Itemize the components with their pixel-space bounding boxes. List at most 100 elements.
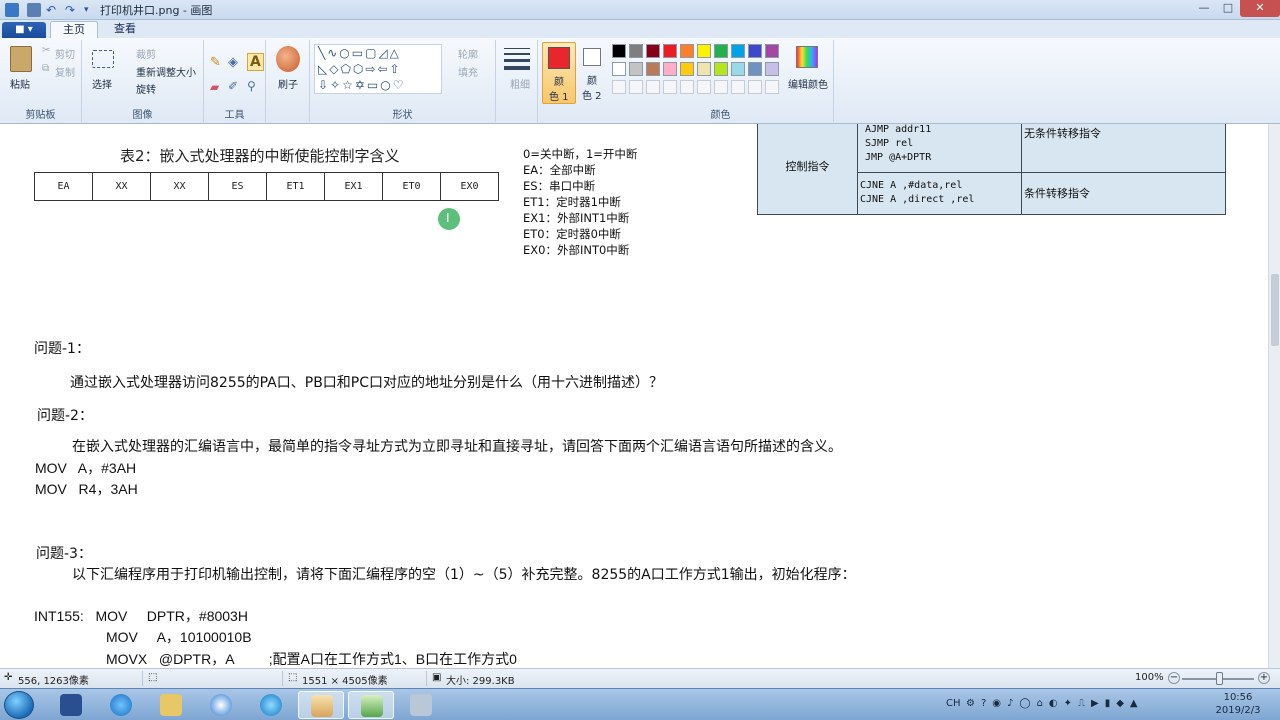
close-button[interactable]: ✕: [1240, 0, 1280, 17]
fill-icon[interactable]: ◈: [228, 55, 238, 70]
tab-view[interactable]: 查看: [102, 21, 148, 38]
custom-color-slot[interactable]: [612, 80, 626, 94]
taskbar-clock[interactable]: 10:56 2019/2/3: [1214, 691, 1262, 717]
color1-button[interactable]: 颜 色 1: [542, 42, 576, 104]
crop-button[interactable]: 裁剪: [136, 46, 156, 61]
tray-icons[interactable]: ⚙?◉♪◯⌂◐✦⎍▶▮◆▲: [966, 698, 1144, 709]
rotate-button[interactable]: 旋转: [136, 81, 156, 96]
question-1-text: 通过嵌入式处理器访问8255的PA口、PB口和PC口对应的地址分别是什么（用十六…: [70, 375, 664, 391]
color-swatch[interactable]: [629, 44, 643, 58]
title-bar: ↶ ↷ ▾ 打印机井口.png - 画图 — □ ✕: [0, 0, 1280, 20]
color-swatch[interactable]: [765, 44, 779, 58]
zoom-slider-thumb[interactable]: [1216, 672, 1223, 685]
custom-color-slot[interactable]: [697, 80, 711, 94]
canvas[interactable]: 表2：嵌入式处理器的中断使能控制字含义 EA XX XX ES ET1 EX1 …: [0, 124, 1268, 668]
eraser-icon[interactable]: ▰: [210, 80, 219, 94]
redo-icon[interactable]: ↷: [65, 3, 79, 17]
maximize-button[interactable]: □: [1216, 0, 1240, 17]
select-button[interactable]: 选择: [92, 76, 112, 91]
edit-colors-icon[interactable]: [796, 46, 818, 68]
color-swatch[interactable]: [646, 44, 660, 58]
select-icon[interactable]: [92, 50, 114, 68]
resize-button[interactable]: 重新调整大小: [136, 64, 196, 79]
color-swatch[interactable]: [731, 44, 745, 58]
fill-button[interactable]: 填充: [458, 64, 478, 79]
color-swatch[interactable]: [680, 62, 694, 76]
instr-code-cell: AJMP addr11 SJMP rel JMP @A+DPTR: [857, 124, 1022, 173]
edit-colors-button[interactable]: 编辑颜色: [788, 76, 828, 91]
color-swatch[interactable]: [748, 62, 762, 76]
color-swatch[interactable]: [714, 62, 728, 76]
custom-color-slot[interactable]: [629, 80, 643, 94]
undo-icon[interactable]: ↶: [46, 3, 60, 17]
clipboard-group: 粘贴 ✂ 剪切 ⧉ 复制 剪贴板: [0, 40, 82, 122]
brush-icon[interactable]: [276, 46, 300, 72]
status-separator: [282, 671, 283, 686]
bit-cell: ES: [208, 172, 267, 201]
custom-color-slot[interactable]: [646, 80, 660, 94]
size-icon[interactable]: [504, 48, 530, 70]
paint-app-icon[interactable]: [5, 2, 19, 17]
minimize-button[interactable]: —: [1192, 0, 1216, 17]
brushes-button[interactable]: 刷子: [278, 76, 298, 91]
paste-icon[interactable]: [10, 46, 32, 72]
color-swatch[interactable]: [748, 44, 762, 58]
taskbar-paint-1[interactable]: [298, 691, 344, 719]
scrollbar-thumb[interactable]: [1271, 274, 1279, 346]
color-swatch[interactable]: [629, 62, 643, 76]
folder-icon: [160, 694, 182, 716]
color-swatch[interactable]: [680, 44, 694, 58]
custom-color-slot[interactable]: [663, 80, 677, 94]
custom-color-slot[interactable]: [765, 80, 779, 94]
paste-button[interactable]: 粘贴: [10, 76, 30, 91]
taskbar-ie[interactable]: [98, 691, 144, 719]
magnifier-icon[interactable]: ⚲: [247, 79, 256, 93]
legend-line: 0=关中断，1=开中断: [523, 147, 638, 161]
color-swatch[interactable]: [612, 44, 626, 58]
color-swatch[interactable]: [731, 62, 745, 76]
pencil-icon[interactable]: ✎: [210, 55, 221, 70]
size-button[interactable]: 粗细: [510, 76, 530, 91]
custom-color-slot[interactable]: [714, 80, 728, 94]
color2-swatch: [583, 48, 601, 66]
color-swatch[interactable]: [612, 62, 626, 76]
image-dimensions: 1551 × 4505像素: [302, 676, 388, 687]
customize-quick-access-icon[interactable]: ▾: [84, 3, 98, 17]
color-swatch[interactable]: [663, 44, 677, 58]
color-swatch[interactable]: [765, 62, 779, 76]
cut-button[interactable]: 剪切: [55, 46, 75, 61]
outline-button[interactable]: 轮廓: [458, 46, 478, 61]
cut-icon: ✂: [42, 45, 51, 56]
custom-color-slot[interactable]: [680, 80, 694, 94]
vertical-scrollbar[interactable]: [1268, 124, 1280, 668]
copy-button[interactable]: 复制: [55, 64, 75, 79]
bit-cell: XX: [150, 172, 209, 201]
start-button[interactable]: [4, 691, 34, 719]
taskbar-paint-2[interactable]: [348, 691, 394, 719]
taskbar-app-5[interactable]: [248, 691, 294, 719]
taskbar-app-8[interactable]: [398, 691, 444, 719]
app-menu-button[interactable]: ■ ▾: [2, 22, 46, 38]
taskbar-app-1[interactable]: [48, 691, 94, 719]
custom-color-slot[interactable]: [748, 80, 762, 94]
taskbar-explorer[interactable]: [148, 691, 194, 719]
tab-home[interactable]: 主页: [50, 21, 98, 38]
bit-cell: EA: [34, 172, 93, 201]
color-swatch[interactable]: [714, 44, 728, 58]
color-picker-icon[interactable]: ✐: [228, 79, 238, 93]
zoom-out-button[interactable]: −: [1168, 672, 1180, 684]
shapes-gallery[interactable]: ╲∿○▭▢◿△ ◺◇⬠⬡⇨⇦⇧ ⇩✧☆✡▭○♡: [314, 44, 442, 94]
taskbar-app-4[interactable]: [198, 691, 244, 719]
zoom-in-button[interactable]: +: [1258, 672, 1270, 684]
save-icon[interactable]: [27, 2, 41, 17]
color-swatch[interactable]: [646, 62, 660, 76]
color-swatch[interactable]: [697, 44, 711, 58]
text-icon[interactable]: A: [247, 53, 264, 71]
tray-language[interactable]: CH: [946, 698, 961, 709]
color-swatch[interactable]: [663, 62, 677, 76]
color2-button[interactable]: 颜 色 2: [578, 42, 608, 104]
custom-color-slot[interactable]: [731, 80, 745, 94]
color-swatch[interactable]: [697, 62, 711, 76]
app-icon: [210, 694, 232, 716]
bit-cell: EX0: [440, 172, 499, 201]
